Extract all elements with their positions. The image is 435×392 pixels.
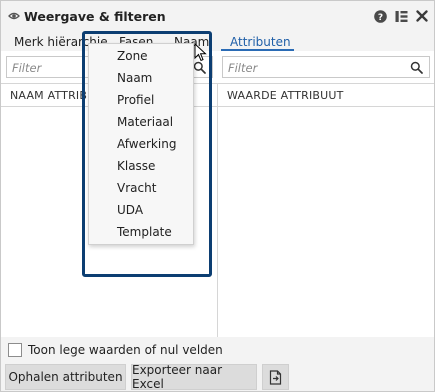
column-header-value-label: WAARDE ATTRIBUUT bbox=[227, 89, 344, 102]
export-excel-button[interactable]: Exporteer naar Excel bbox=[131, 363, 257, 391]
svg-text:?: ? bbox=[377, 13, 382, 23]
help-icon: ? bbox=[373, 9, 387, 23]
close-icon bbox=[416, 10, 428, 22]
column-separator[interactable] bbox=[217, 83, 218, 337]
highlight-frame bbox=[82, 31, 212, 277]
search-icon bbox=[410, 61, 423, 74]
fetch-attributes-button[interactable]: Ophalen attributen bbox=[5, 364, 126, 390]
layout-icon bbox=[395, 10, 407, 22]
help-button[interactable]: ? bbox=[373, 9, 387, 23]
close-button[interactable] bbox=[415, 9, 429, 23]
filter-right-placeholder: Filter bbox=[228, 61, 258, 75]
tab-bar: Merk hiërarchie Fasen Naam Attributen bbox=[1, 31, 434, 51]
export-icon bbox=[269, 369, 282, 385]
grid-body-value-column bbox=[218, 107, 434, 337]
eye-icon bbox=[8, 12, 20, 20]
active-tab-indicator bbox=[221, 49, 294, 51]
tab-attributen[interactable]: Attributen bbox=[230, 35, 291, 49]
layout-button[interactable] bbox=[394, 9, 408, 23]
window-title: Weergave & filteren bbox=[24, 9, 166, 24]
filter-left-placeholder: Filter bbox=[12, 61, 42, 75]
export-file-button[interactable] bbox=[262, 364, 289, 390]
show-empty-checkbox[interactable] bbox=[8, 343, 22, 357]
export-excel-label: Exporteer naar Excel bbox=[132, 363, 223, 391]
view-filter-panel: Weergave & filteren ? Merk hiërarchie Fa… bbox=[0, 0, 435, 392]
fetch-attributes-label: Ophalen attributen bbox=[8, 370, 123, 384]
column-header-value[interactable]: WAARDE ATTRIBUUT bbox=[218, 83, 434, 107]
title-bar: Weergave & filteren ? bbox=[1, 1, 434, 31]
filter-right-input[interactable]: Filter bbox=[222, 56, 430, 78]
show-empty-label: Toon lege waarden of nul velden bbox=[28, 343, 223, 357]
mouse-cursor-icon bbox=[194, 43, 207, 62]
